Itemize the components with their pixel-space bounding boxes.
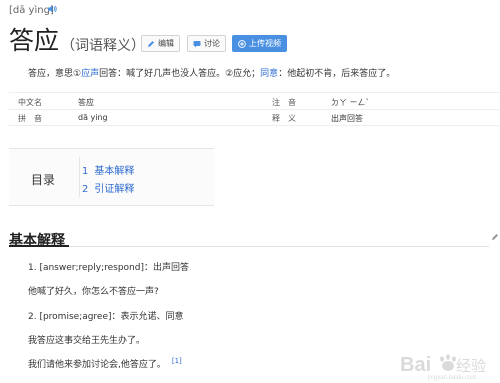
info-divider-mid	[9, 109, 499, 110]
example-line: 他喊了好久，你怎么不答应一声?	[28, 287, 159, 297]
baidu-watermark: Bai 经验 jingyan.baidu.com	[400, 354, 486, 381]
toc-item-label: 引证解释	[94, 184, 135, 195]
info-key: 拼 音	[18, 114, 42, 123]
page-title: 答应	[9, 26, 60, 55]
info-divider-top	[9, 92, 499, 93]
link-yingsheng[interactable]: 应声	[81, 69, 99, 79]
section-accent-bar	[9, 245, 69, 247]
section-title: 基本解释	[9, 233, 65, 249]
edit-button[interactable]: 编辑	[141, 35, 180, 52]
pencil-icon	[148, 40, 154, 47]
toc-item-basic[interactable]: 1 基本解释	[82, 162, 134, 177]
reference-link[interactable]: [1]	[172, 357, 182, 365]
toc-title: 目录	[31, 173, 56, 187]
toc-item-number: 2	[82, 184, 89, 195]
speaker-icon[interactable]	[48, 5, 57, 13]
info-key: 中文名	[18, 98, 42, 107]
summary-text-2: 回答：喊了好几声也没人答应。②应允；	[99, 69, 261, 79]
svg-text:jingyan.baidu.com: jingyan.baidu.com	[427, 375, 476, 381]
info-value: 答应	[78, 98, 94, 107]
info-value: dā ying	[78, 113, 108, 122]
example-text: 我们请他来参加讨论会,他答应了。	[28, 360, 166, 370]
summary: 答应，意思①应声回答：喊了好几声也没人答应。②应允；同意：他起初不肯，后来答应了…	[28, 66, 395, 79]
svg-text:经验: 经验	[456, 358, 486, 375]
page-subtitle: （词语释义）	[61, 38, 145, 54]
toc-item-citation[interactable]: 2 引证解释	[82, 180, 134, 195]
section-rule	[9, 246, 489, 247]
example-line: 我答应这事交给王先生办了。	[28, 336, 146, 346]
info-key: 释 义	[272, 114, 296, 123]
discuss-button[interactable]: 讨论	[187, 35, 226, 52]
svg-text:Bai: Bai	[400, 354, 431, 376]
toc-item-number: 1	[82, 166, 89, 177]
info-value: 出声回答	[331, 114, 363, 123]
info-value: ㄉㄚ ㄧㄥˋ	[331, 98, 370, 107]
plus-circle-icon	[238, 39, 246, 48]
chat-icon	[193, 40, 201, 47]
edit-label: 编辑	[158, 39, 174, 48]
example-line: 我们请他来参加讨论会,他答应了。 [1]	[28, 357, 182, 370]
info-divider-bottom	[9, 125, 499, 126]
upload-video-label: 上传视频	[249, 39, 281, 48]
link-tongyi[interactable]: 同意	[260, 69, 278, 79]
toc-item-label: 基本解释	[94, 166, 135, 177]
table-of-contents: 目录 1 基本解释 2 引证解释	[9, 148, 214, 206]
section-edit-icon[interactable]	[491, 233, 499, 241]
definition-line: 2. [promise;agree]：表示允诺、同意	[28, 312, 184, 322]
summary-text-3: ：他起初不肯，后来答应了。	[278, 69, 396, 79]
definition-line: 1. [answer;reply;respond]：出声回答	[28, 263, 189, 273]
discuss-label: 讨论	[204, 39, 220, 48]
summary-text-1: 答应，意思①	[28, 69, 82, 79]
info-key: 注 音	[272, 98, 296, 107]
upload-video-button[interactable]: 上传视频	[232, 35, 287, 52]
toc-divider	[79, 157, 80, 197]
